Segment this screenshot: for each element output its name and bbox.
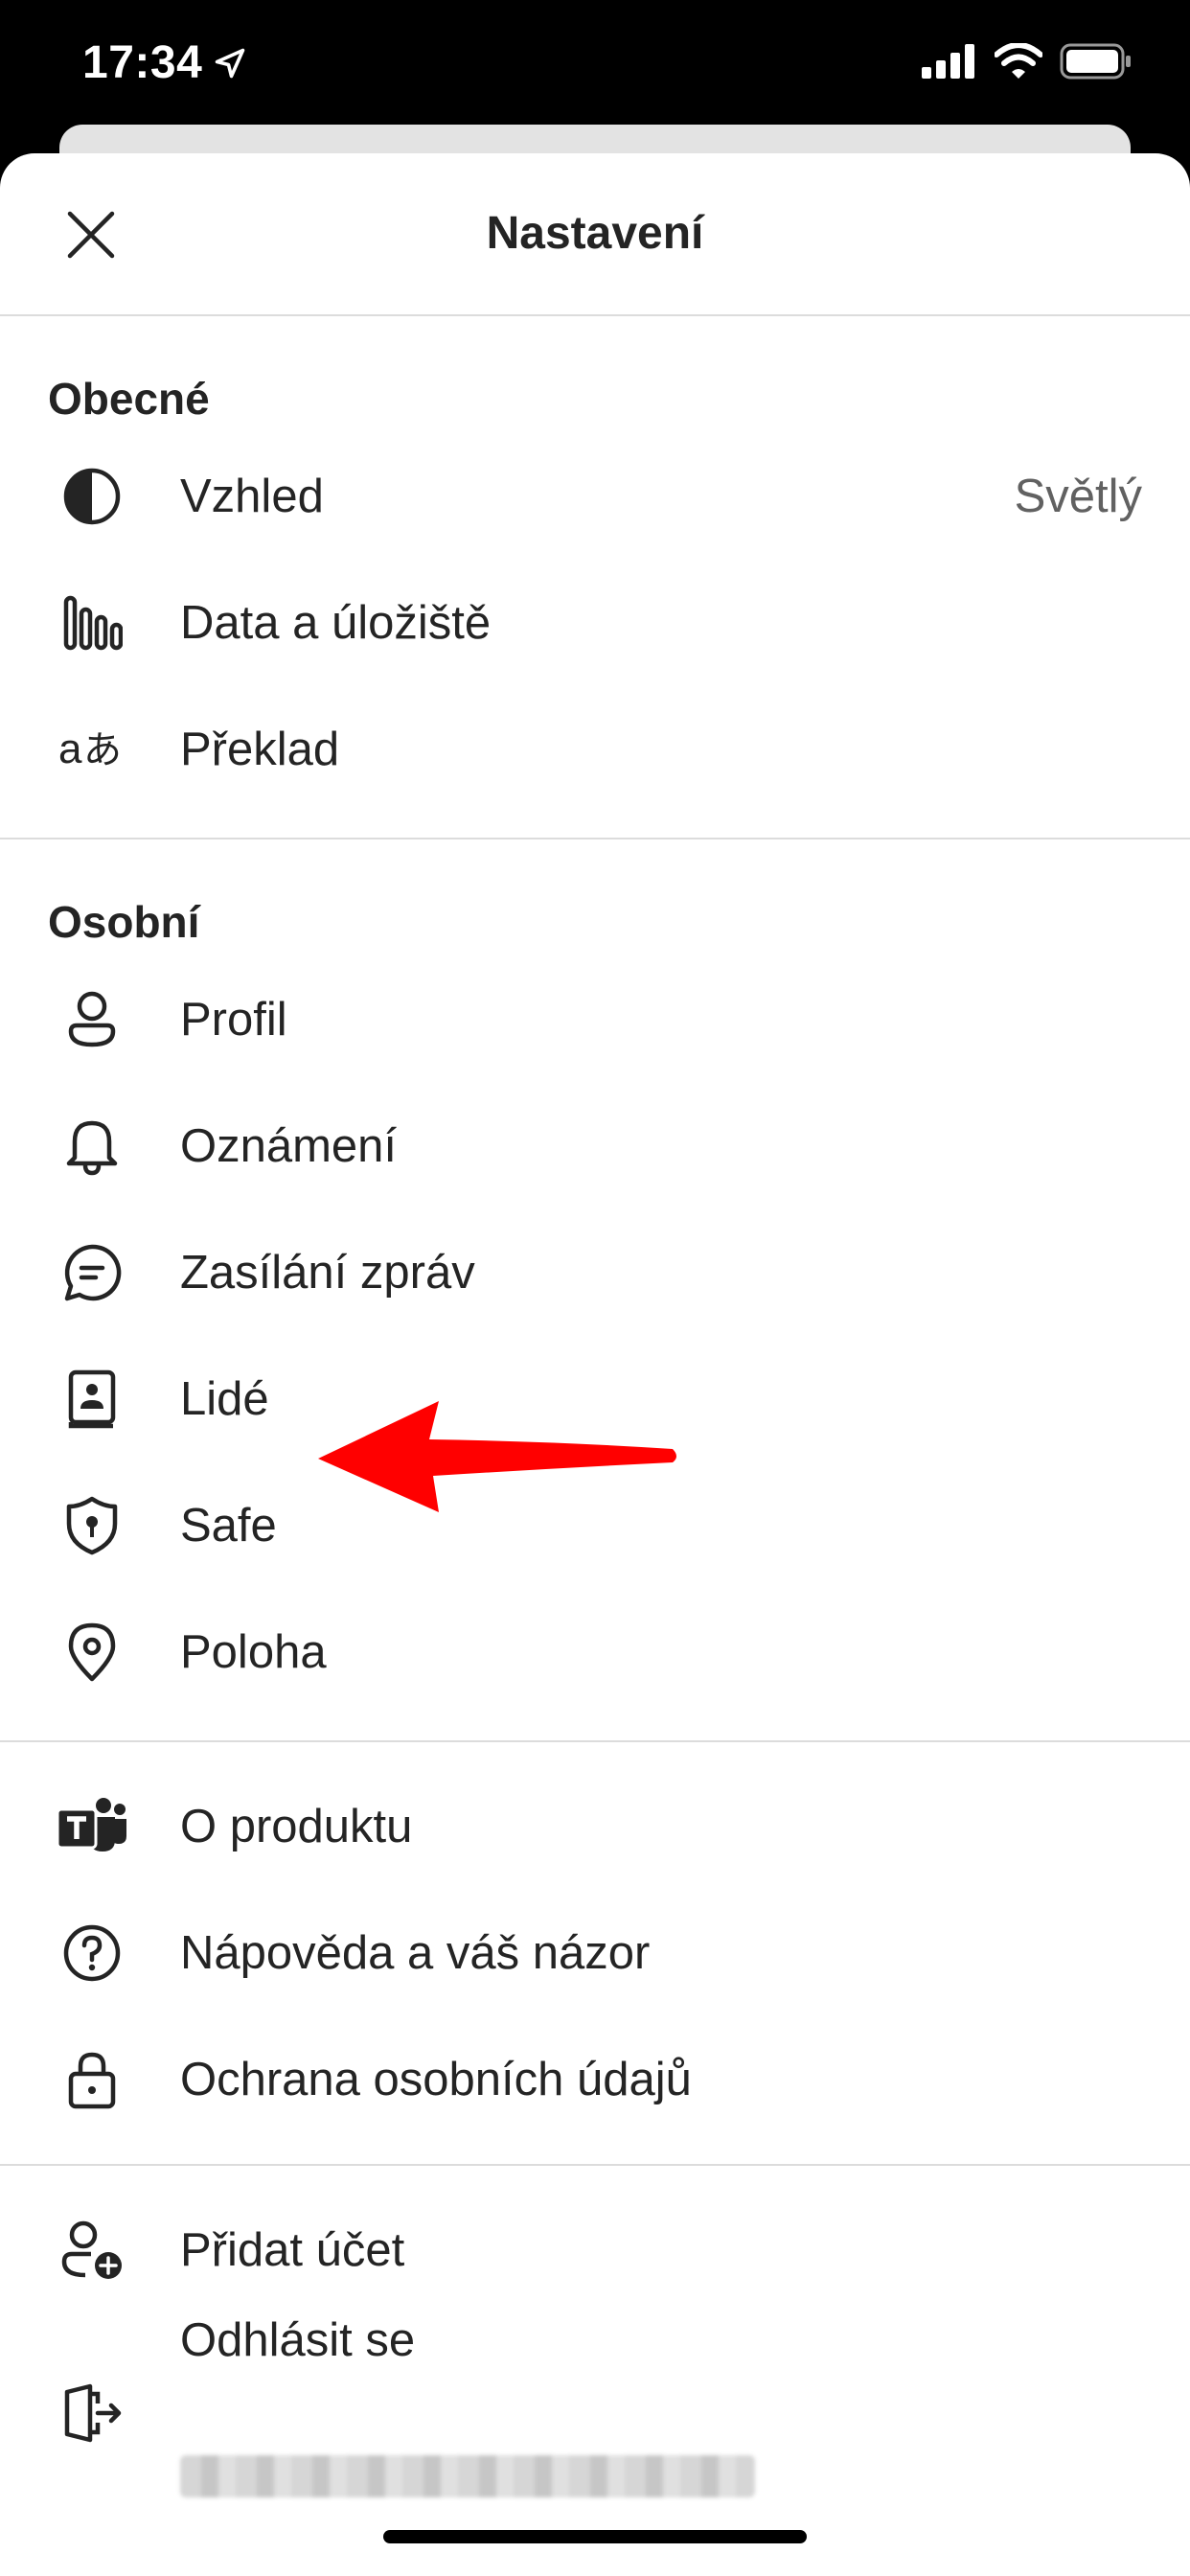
section-general: Obecné Vzhled Světlý Data a úložiště a あ… xyxy=(0,316,1190,840)
settings-item-data-storage[interactable]: Data a úložiště xyxy=(0,560,1190,686)
section-title-personal: Osobní xyxy=(48,897,200,947)
shield-icon xyxy=(56,1489,128,1562)
settings-item-help[interactable]: Nápověda a váš názor xyxy=(0,1890,1190,2016)
location-arrow-icon xyxy=(215,48,245,79)
settings-item-label: Ochrana osobních údajů xyxy=(180,2054,692,2105)
wifi-icon xyxy=(995,43,1042,79)
appearance-value: Světlý xyxy=(1014,471,1142,522)
settings-item-profile[interactable]: Profil xyxy=(0,956,1190,1083)
lock-icon xyxy=(56,2043,128,2116)
settings-item-notifications[interactable]: Oznámení xyxy=(0,1083,1190,1209)
settings-item-label: Překlad xyxy=(180,724,340,775)
svg-text:あ: あ xyxy=(83,728,122,772)
settings-item-privacy[interactable]: Ochrana osobních údajů xyxy=(0,2016,1190,2143)
section-about: O produktu Nápověda a váš názor Ochrana … xyxy=(0,1742,1190,2166)
settings-item-label: Přidat účet xyxy=(180,2224,405,2276)
svg-text:a: a xyxy=(58,725,82,772)
question-icon xyxy=(56,1917,128,1990)
settings-item-label: Profil xyxy=(180,994,287,1046)
cellular-signal-icon xyxy=(922,44,974,79)
settings-item-messaging[interactable]: Zasílání zpráv xyxy=(0,1209,1190,1336)
settings-item-label: Vzhled xyxy=(180,471,324,522)
settings-item-label: Zasílání zpráv xyxy=(180,1247,475,1299)
status-icons xyxy=(922,42,1133,80)
chat-icon xyxy=(56,1236,128,1309)
person-icon xyxy=(56,983,128,1056)
location-pin-icon xyxy=(56,1616,128,1689)
settings-item-label: Data a úložiště xyxy=(180,597,492,649)
settings-item-sign-out[interactable]: Odhlásit se xyxy=(0,2313,1190,2443)
settings-sheet: Nastavení Obecné Vzhled Světlý Data a úl… xyxy=(0,153,1190,2576)
bell-icon xyxy=(56,1110,128,1183)
settings-item-label: Lidé xyxy=(180,1373,269,1425)
settings-item-location[interactable]: Poloha xyxy=(0,1589,1190,1715)
section-title-general: Obecné xyxy=(48,374,210,424)
settings-item-add-account[interactable]: Přidat účet xyxy=(0,2187,1190,2313)
contact-book-icon xyxy=(56,1363,128,1436)
settings-item-label: Safe xyxy=(180,1500,277,1552)
settings-item-label: Oznámení xyxy=(180,1120,398,1172)
status-time: 17:34 xyxy=(82,37,203,88)
translate-icon: a あ xyxy=(56,713,128,786)
header: Nastavení xyxy=(0,153,1190,316)
sign-out-icon xyxy=(56,2377,128,2450)
account-email-redacted xyxy=(180,2455,755,2497)
status-bar: 17:34 xyxy=(0,0,1190,134)
home-indicator[interactable] xyxy=(383,2530,807,2543)
battery-icon xyxy=(1060,43,1131,80)
settings-item-label: O produktu xyxy=(180,1801,413,1852)
page-title: Nastavení xyxy=(486,208,704,259)
data-bars-icon xyxy=(56,586,128,659)
contrast-icon xyxy=(56,460,128,533)
section-account: Přidat účet Odhlásit se xyxy=(0,2166,1190,2443)
annotation-arrow-icon xyxy=(318,1401,676,1512)
section-personal: Osobní Profil Oznámení Zasílání zpráv Li… xyxy=(0,840,1190,1742)
settings-item-label: Nápověda a váš názor xyxy=(180,1927,651,1979)
person-add-icon xyxy=(56,2214,128,2287)
settings-item-about[interactable]: O produktu xyxy=(0,1763,1190,1890)
teams-logo-icon xyxy=(56,1790,128,1863)
settings-item-label: Odhlásit se xyxy=(180,2314,416,2366)
settings-item-label: Poloha xyxy=(180,1626,327,1678)
settings-item-appearance[interactable]: Vzhled Světlý xyxy=(0,433,1190,560)
settings-item-translation[interactable]: a あ Překlad xyxy=(0,686,1190,813)
